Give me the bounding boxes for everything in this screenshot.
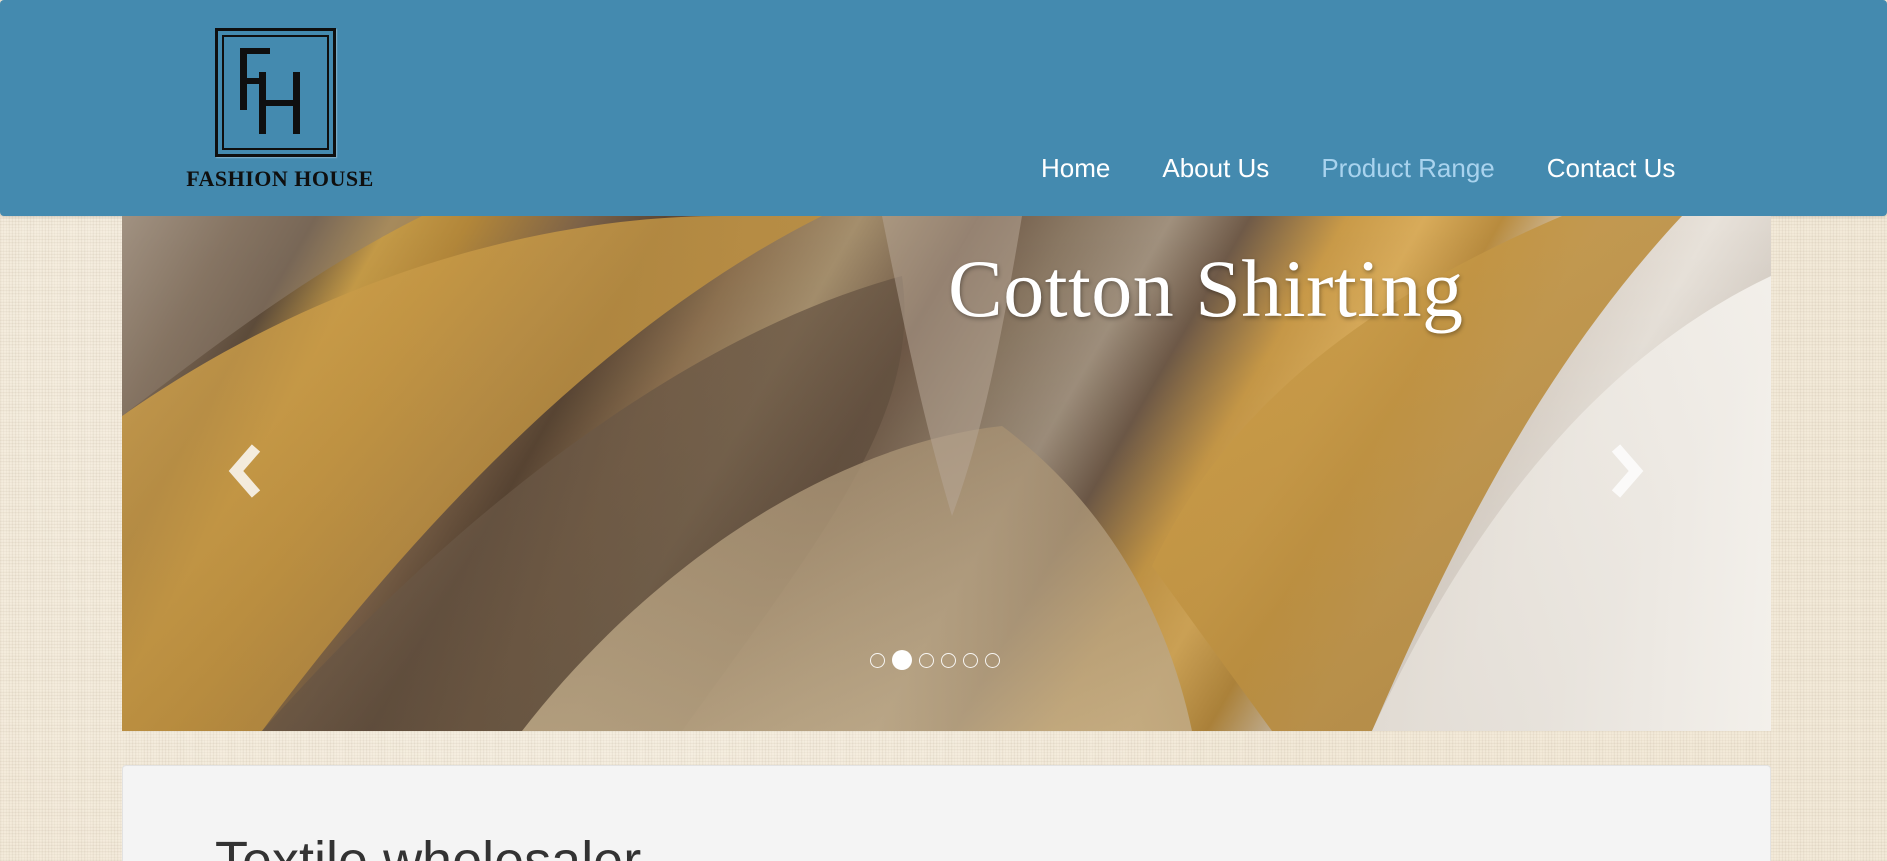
logo-monogram-icon [240, 48, 300, 134]
content-panel: Textile wholesaler [122, 765, 1771, 861]
nav-item-contact-us[interactable]: Contact Us [1521, 150, 1702, 186]
carousel-indicator-5[interactable] [963, 652, 978, 668]
nav-item-home[interactable]: Home [1015, 150, 1136, 186]
chevron-left-icon [228, 444, 261, 498]
carousel-next-button[interactable] [1596, 436, 1656, 506]
nav-item-product-range[interactable]: Product Range [1295, 150, 1520, 186]
carousel-caption: Cotton Shirting [948, 243, 1464, 334]
chevron-right-icon [1611, 444, 1644, 498]
carousel-indicators [870, 650, 1000, 670]
carousel-prev-button[interactable] [216, 436, 276, 506]
hero-carousel: Cotton Shirting [122, 216, 1771, 731]
page-heading: Textile wholesaler [215, 831, 642, 861]
carousel-indicator-6[interactable] [985, 652, 1000, 668]
carousel-indicator-2[interactable] [892, 650, 912, 670]
nav-item-about-us[interactable]: About Us [1136, 150, 1295, 186]
carousel-indicator-1[interactable] [870, 652, 885, 668]
logo-text: FASHION HOUSE [186, 166, 374, 191]
main-nav: Home About Us Product Range Contact Us [1015, 150, 1701, 186]
carousel-indicator-3[interactable] [919, 652, 934, 668]
top-navbar: FASHION HOUSE Home About Us Product Rang… [0, 0, 1887, 216]
brand-logo[interactable]: FASHION HOUSE [165, 24, 395, 196]
carousel-indicator-4[interactable] [941, 652, 956, 668]
